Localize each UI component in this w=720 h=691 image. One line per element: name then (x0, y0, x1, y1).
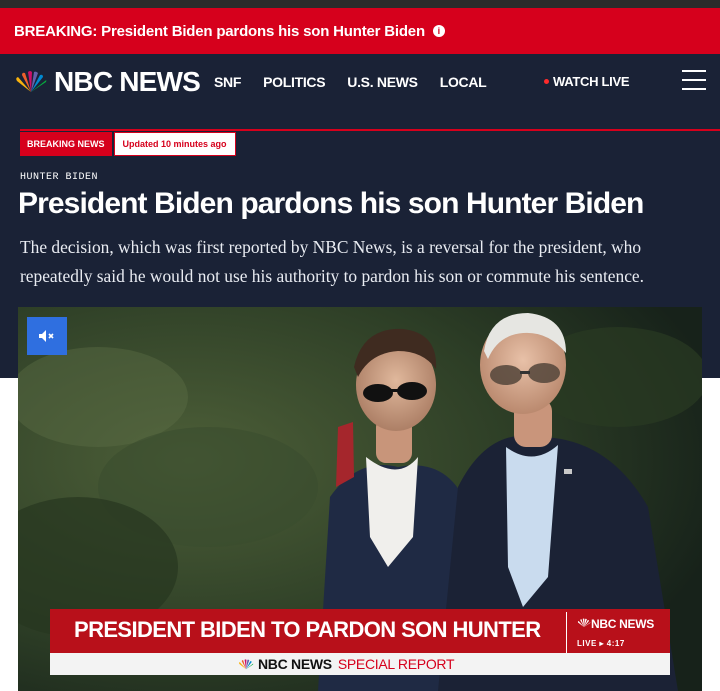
nav-link-snf[interactable]: SNF (214, 74, 241, 90)
special-report-bug: NBC NEWS SPECIAL REPORT (238, 656, 455, 672)
broadcast-lower-third: PRESIDENT BIDEN TO PARDON SON HUNTER NBC… (50, 609, 670, 675)
nbc-news-logo[interactable]: NBC NEWS (14, 66, 201, 98)
article-badges: BREAKING NEWS Updated 10 minutes ago (20, 132, 236, 156)
article-kicker[interactable]: HUNTER BIDEN (20, 172, 98, 183)
info-icon[interactable]: i (432, 25, 445, 37)
logo-wordmark: NBC NEWS (54, 66, 201, 97)
lower-third-red-bar: PRESIDENT BIDEN TO PARDON SON HUNTER NBC… (50, 609, 670, 653)
special-report-label: SPECIAL REPORT (337, 656, 455, 672)
nav-link-local[interactable]: LOCAL (440, 74, 487, 90)
peacock-icon (577, 618, 591, 628)
lower-third-live-time: LIVE ▸ 4:17 (577, 639, 625, 648)
breaking-divider (20, 129, 720, 131)
breaking-news-banner[interactable]: BREAKING: President Biden pardons his so… (0, 8, 720, 54)
lower-third-brand-name: NBC NEWS (591, 617, 654, 631)
hamburger-menu-icon[interactable] (682, 70, 706, 90)
nav-link-us-news[interactable]: U.S. NEWS (347, 74, 418, 90)
peacock-icon (16, 71, 47, 92)
lower-third-white-bar: NBC NEWS SPECIAL REPORT (50, 653, 670, 675)
updated-timestamp: Updated 10 minutes ago (113, 132, 236, 156)
broadcast-time: 4:17 (606, 639, 625, 648)
live-label: LIVE (577, 639, 597, 648)
breaking-news-badge: BREAKING NEWS (20, 132, 112, 156)
play-arrow-icon: ▸ (599, 639, 607, 648)
watch-live-link[interactable]: WATCH LIVE (544, 74, 630, 89)
article-dek: The decision, which was first reported b… (20, 237, 644, 286)
peacock-icon (239, 658, 254, 669)
breaking-banner-text: BREAKING: President Biden pardons his so… (14, 22, 425, 40)
lower-third-title: PRESIDENT BIDEN TO PARDON SON HUNTER (74, 617, 541, 642)
nav-link-politics[interactable]: POLITICS (263, 74, 325, 90)
live-dot-icon (544, 79, 549, 84)
main-navigation: NBC NEWS SNF POLITICS U.S. NEWS LOCAL WA… (0, 54, 720, 112)
top-strip (0, 0, 720, 8)
article-headline: President Biden pardons his son Hunter B… (18, 187, 644, 220)
nav-links: SNF POLITICS U.S. NEWS LOCAL (214, 74, 508, 90)
watch-live-label: WATCH LIVE (553, 74, 630, 89)
mute-button[interactable] (27, 317, 67, 355)
special-report-brand: NBC NEWS (258, 656, 332, 672)
speaker-muted-icon (39, 330, 54, 342)
lower-third-brand: NBC NEWS LIVE ▸ 4:17 (566, 612, 670, 653)
